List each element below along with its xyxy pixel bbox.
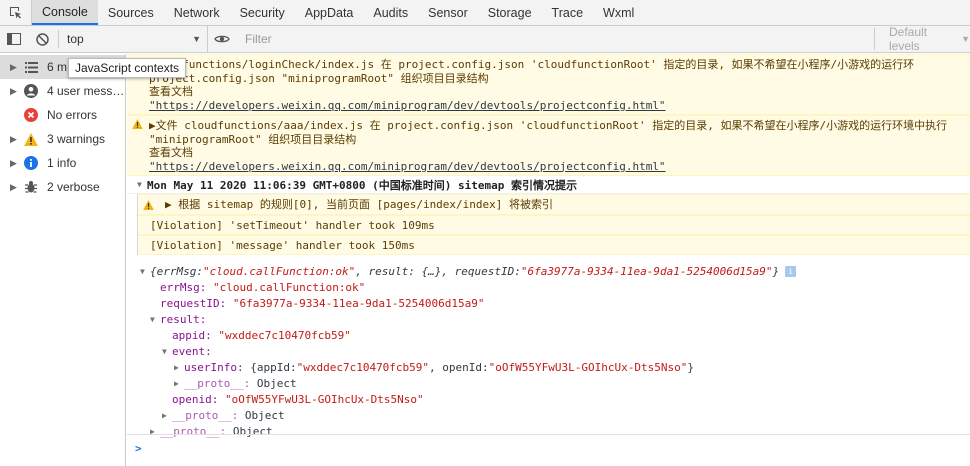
warning-text: cloudfunctions/loginCheck/index.js 在 pro…: [149, 58, 915, 71]
info-badge-icon[interactable]: i: [785, 265, 797, 277]
tab-wxml[interactable]: Wxml: [593, 0, 644, 25]
violation-message[interactable]: [Violation] 'setTimeout' handler took 10…: [138, 215, 970, 235]
sidebar-toggle-icon: [7, 33, 21, 45]
warning-icon: [24, 132, 38, 146]
sidebar-item-label: No errors: [47, 108, 98, 122]
warning-text: 查看文档: [149, 146, 193, 159]
live-expression-button[interactable]: [208, 26, 236, 52]
sidebar-item-errors[interactable]: No errors: [0, 103, 125, 127]
toolbar-divider: [58, 30, 59, 48]
log-levels-label: Default levels: [889, 25, 928, 53]
sidebar-item-label: 1 info: [47, 156, 77, 170]
eye-icon: [214, 35, 230, 43]
console-toolbar: top ▼ Filter Default levels ▼: [0, 25, 970, 53]
warning-text: ▶文件 cloudfunctions/aaa/index.js 在 projec…: [149, 119, 948, 132]
sidebar-item-warnings[interactable]: ▶ 3 warnings: [0, 127, 125, 151]
expand-arrow-icon: ▶: [10, 133, 17, 144]
filter-placeholder: Filter: [245, 32, 272, 46]
filter-input[interactable]: Filter: [240, 28, 875, 50]
dropdown-arrow-icon: ▼: [961, 34, 970, 44]
tab-audits[interactable]: Audits: [363, 0, 418, 25]
tab-console[interactable]: Console: [32, 0, 98, 25]
expand-arrow-icon: ▶: [10, 157, 17, 168]
sidebar-item-label: 4 user mess…: [47, 84, 125, 98]
bug-icon: [24, 180, 38, 194]
tab-storage[interactable]: Storage: [478, 0, 542, 25]
expand-arrow-icon: ▼: [162, 346, 167, 356]
context-select[interactable]: top ▼: [61, 26, 208, 52]
violation-message[interactable]: [Violation] 'message' handler took 150ms: [138, 235, 970, 255]
clear-icon: [35, 32, 49, 46]
violation-text: [Violation] 'message' handler took 150ms: [150, 238, 415, 252]
object-summary-row[interactable]: ▼ {errMsg: "cloud.callFunction:ok", resu…: [140, 263, 970, 279]
info-icon: [24, 156, 38, 170]
console-output[interactable]: cloudfunctions/loginCheck/index.js 在 pro…: [127, 54, 970, 466]
console-sidebar: ▶ 6 m ▶ 4 user mess… No errors ▶ 3 warni…: [0, 54, 126, 466]
tab-sensor[interactable]: Sensor: [418, 0, 478, 25]
console-group-body: ▶ 根据 sitemap 的规则[0], 当前页面 [pages/index/i…: [137, 194, 970, 255]
object-property[interactable]: ▼ event:: [140, 343, 970, 359]
inspect-element-button[interactable]: [0, 0, 32, 25]
warning-text: 查看文档: [149, 85, 193, 98]
tab-sources[interactable]: Sources: [98, 0, 164, 25]
clear-console-button[interactable]: [28, 26, 56, 52]
sidebar-item-user-messages[interactable]: ▶ 4 user mess…: [0, 79, 125, 103]
docs-link[interactable]: "https://developers.weixin.qq.com/minipr…: [149, 160, 666, 173]
tab-security[interactable]: Security: [230, 0, 295, 25]
console-prompt[interactable]: >: [135, 442, 142, 455]
warning-icon: [143, 200, 154, 213]
group-header-text: Mon May 11 2020 11:06:39 GMT+0800 (中国标准时…: [147, 178, 578, 192]
object-property[interactable]: openid: "oOfW55YFwU3L-GOIhcUx-Dts5Nso": [140, 391, 970, 407]
object-property[interactable]: ▶ __proto__: Object: [140, 375, 970, 391]
list-icon: [24, 60, 38, 74]
toggle-sidebar-button[interactable]: [0, 26, 28, 52]
console-group-header[interactable]: ▼ Mon May 11 2020 11:06:39 GMT+0800 (中国标…: [127, 176, 970, 194]
tab-appdata[interactable]: AppData: [295, 0, 364, 25]
expand-arrow-icon: ▼: [150, 314, 155, 324]
expand-arrow-icon: ▼: [137, 180, 142, 189]
sidebar-item-label: 3 warnings: [47, 132, 106, 146]
object-property[interactable]: ▼ result:: [140, 311, 970, 327]
expand-arrow-icon: ▶: [162, 410, 167, 420]
sidebar-item-label: 2 verbose: [47, 180, 100, 194]
tab-network[interactable]: Network: [164, 0, 230, 25]
context-select-value: top: [67, 32, 84, 46]
object-property[interactable]: ▶ __proto__: Object: [140, 407, 970, 423]
sidebar-item-info[interactable]: ▶ 1 info: [0, 151, 125, 175]
expand-arrow-icon: ▶: [174, 378, 179, 388]
object-property[interactable]: ▶ __proto__: Object: [140, 423, 970, 439]
expand-arrow-icon: ▼: [140, 266, 145, 276]
context-tooltip: JavaScript contexts: [68, 58, 187, 78]
warning-text: ▶ 根据 sitemap 的规则[0], 当前页面 [pages/index/i…: [165, 198, 554, 211]
console-warning-message[interactable]: cloudfunctions/loginCheck/index.js 在 pro…: [127, 54, 970, 115]
inspect-icon: [9, 6, 21, 18]
console-warning-message[interactable]: ▶ 根据 sitemap 的规则[0], 当前页面 [pages/index/i…: [138, 194, 970, 215]
warning-icon: [132, 119, 143, 132]
error-icon: [24, 108, 38, 122]
dropdown-arrow-icon: ▼: [192, 34, 201, 44]
sidebar-item-verbose[interactable]: ▶ 2 verbose: [0, 175, 125, 199]
expand-arrow-icon: ▶: [174, 362, 179, 372]
warning-text: project.config.json "miniprogramRoot" 组织…: [149, 71, 489, 85]
console-warning-message[interactable]: ▶文件 cloudfunctions/aaa/index.js 在 projec…: [127, 115, 970, 176]
devtools-tabbar: Console Sources Network Security AppData…: [0, 0, 970, 26]
log-levels-dropdown[interactable]: Default levels ▼: [875, 25, 970, 53]
object-tree: ▼ {errMsg: "cloud.callFunction:ok", resu…: [127, 260, 970, 439]
warning-text: "miniprogramRoot" 组织项目目录结构: [149, 132, 357, 146]
sidebar-item-label: 6 m: [47, 60, 68, 74]
expand-arrow-icon: ▶: [10, 85, 17, 96]
expand-arrow-icon: ▶: [10, 181, 17, 192]
object-property[interactable]: ▶ userInfo: {appId: "wxddec7c10470fcb59",…: [140, 359, 970, 375]
object-property[interactable]: appid: "wxddec7c10470fcb59": [140, 327, 970, 343]
object-property[interactable]: errMsg: "cloud.callFunction:ok": [140, 279, 970, 295]
expand-arrow-icon: ▶: [10, 61, 17, 72]
user-icon: [24, 84, 38, 98]
violation-text: [Violation] 'setTimeout' handler took 10…: [150, 218, 435, 232]
object-property[interactable]: requestID: "6fa3977a-9334-11ea-9da1-5254…: [140, 295, 970, 311]
docs-link[interactable]: "https://developers.weixin.qq.com/minipr…: [149, 99, 666, 112]
tab-trace[interactable]: Trace: [542, 0, 594, 25]
